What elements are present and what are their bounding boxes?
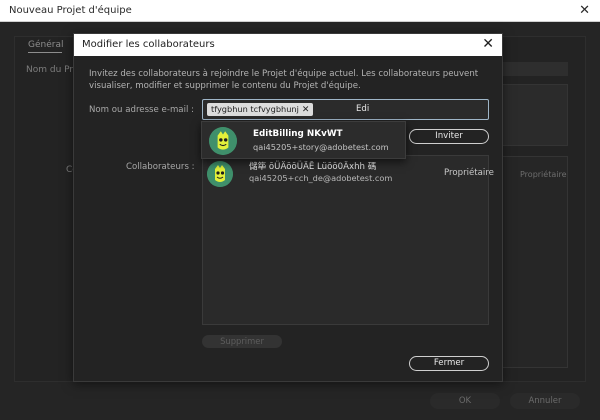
- intro-text: Invitez des collaborateurs à rejoindre l…: [89, 69, 479, 91]
- avatar: [207, 161, 233, 187]
- dialog-title: Modifier les collaborateurs: [82, 39, 215, 50]
- collaborator-name: 儲筚 ōÜÄōōÜÄĒ Lüōō0Äxhh 碼: [249, 162, 377, 172]
- edit-collaborators-dialog: Modifier les collaborateurs ✕ Invitez de…: [73, 33, 503, 382]
- email-input[interactable]: tfygbhun tcfvygbhunj ✕ Edi: [202, 99, 489, 120]
- background-panel: [502, 84, 568, 146]
- remove-button[interactable]: Supprimer: [202, 335, 282, 348]
- collaborators-list: 儲筚 ōÜÄōōÜÄĒ Lüōō0Äxhh 碼 qai45205+cch_de@…: [202, 155, 494, 325]
- list-item[interactable]: 儲筚 ōÜÄōōÜÄĒ Lüōō0Äxhh 碼 qai45205+cch_de@…: [203, 156, 494, 190]
- email-chip[interactable]: tfygbhun tcfvygbhunj ✕: [207, 103, 314, 116]
- background-cancel-button: Annuler: [510, 393, 580, 409]
- background-role: Propriétaire: [520, 170, 567, 179]
- collaborator-email: qai45205+cch_de@adobetest.com: [249, 173, 393, 183]
- suggestion-name: EditBilling NKvWT: [253, 129, 343, 139]
- invite-button[interactable]: Inviter: [409, 129, 489, 144]
- suggestion-dropdown[interactable]: EditBilling NKvWT qai45205+story@adobete…: [201, 121, 406, 159]
- background-ok-button: OK: [430, 393, 500, 409]
- collaborators-label: Collaborateurs :: [126, 162, 195, 172]
- background-field: [502, 62, 568, 76]
- close-button[interactable]: Fermer: [409, 356, 489, 371]
- dialog-titlebar: Modifier les collaborateurs ✕: [74, 34, 502, 56]
- background-close-icon: ✕: [579, 3, 590, 18]
- background-window-title: Nouveau Projet d'équipe: [9, 5, 132, 16]
- tab-general-underline: [28, 52, 62, 53]
- tab-general: Général: [28, 40, 64, 50]
- close-icon[interactable]: ✕: [482, 36, 494, 52]
- chip-remove-icon[interactable]: ✕: [302, 105, 310, 115]
- email-typed-text: Edi: [356, 104, 370, 114]
- collaborator-role: Propriétaire: [444, 168, 494, 178]
- background-titlebar: Nouveau Projet d'équipe ✕: [0, 0, 600, 22]
- suggestion-email: qai45205+story@adobetest.com: [253, 142, 389, 152]
- background-label-nom: Nom du Pr: [26, 65, 74, 75]
- background-collab-panel: [502, 156, 568, 368]
- email-chip-label: tfygbhun tcfvygbhunj: [211, 104, 299, 114]
- avatar: [209, 127, 237, 155]
- email-label: Nom ou adresse e-mail :: [89, 105, 194, 115]
